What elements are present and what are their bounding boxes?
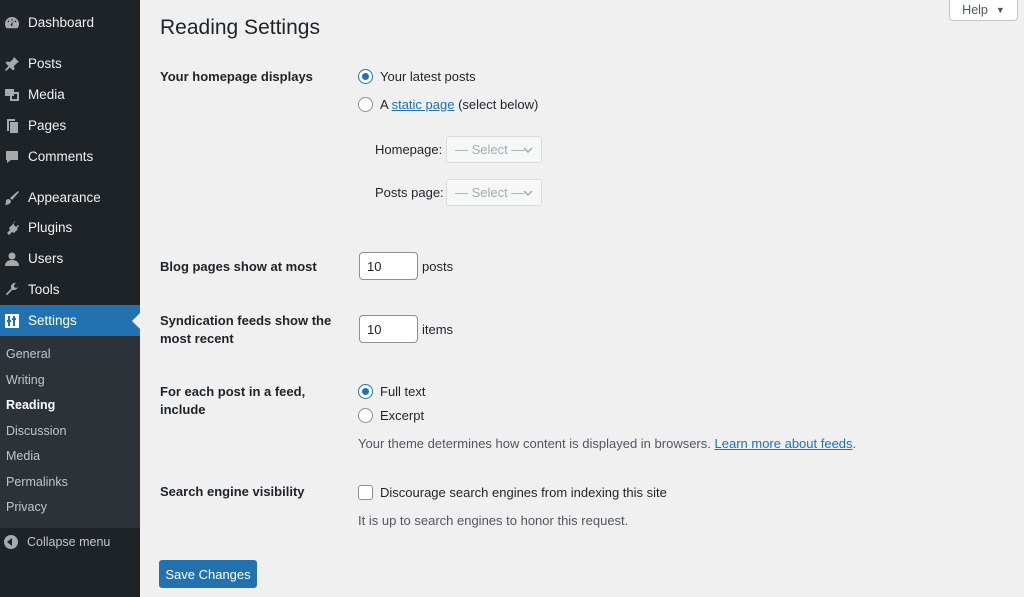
feed-include-label-line2: include xyxy=(160,402,206,417)
brush-icon xyxy=(4,190,20,206)
sidebar-item-label: Media xyxy=(28,87,65,102)
sidebar-item-posts[interactable]: Posts xyxy=(0,48,140,79)
submenu-item-general[interactable]: General xyxy=(6,347,50,361)
latest-posts-label: Your latest posts xyxy=(380,69,476,84)
feed-include-label-line1: For each post in a feed, xyxy=(160,384,306,399)
excerpt-radio[interactable] xyxy=(358,408,373,423)
posts-unit-label: posts xyxy=(422,259,454,274)
static-page-link[interactable]: static page xyxy=(392,97,455,112)
syndication-label-line2: most recent xyxy=(160,331,234,346)
dashboard-icon xyxy=(4,15,20,31)
feed-items-input[interactable]: 10 xyxy=(359,315,418,343)
discourage-search-label: Discourage search engines from indexing … xyxy=(380,485,667,500)
discourage-search-checkbox[interactable] xyxy=(358,485,373,500)
sidebar-item-label: Dashboard xyxy=(28,15,95,30)
submenu-item-privacy[interactable]: Privacy xyxy=(6,500,47,514)
submenu-item-discussion[interactable]: Discussion xyxy=(6,424,66,438)
homepage-select-value: — Select — xyxy=(455,142,525,157)
sidebar-item-label: Users xyxy=(28,251,64,266)
sidebar-item-tools[interactable]: Tools xyxy=(0,274,140,305)
admin-sidebar: Dashboard Posts Media Pages Comments App… xyxy=(0,0,140,597)
pin-icon xyxy=(4,56,20,72)
settings-icon xyxy=(4,313,20,329)
items-unit-label: items xyxy=(422,322,454,337)
static-page-option: A static page (select below) xyxy=(380,97,538,112)
homepage-select-label: Homepage: xyxy=(375,142,443,157)
sidebar-item-users[interactable]: Users xyxy=(0,243,140,274)
sidebar-item-label: Posts xyxy=(28,56,62,71)
feed-include-label: For each post in a feed, include xyxy=(160,383,305,419)
homepage-select[interactable]: — Select — xyxy=(446,136,542,163)
sidebar-item-appearance[interactable]: Appearance xyxy=(0,182,140,213)
submenu-item-reading[interactable]: Reading xyxy=(6,398,55,412)
sidebar-item-label: Tools xyxy=(28,282,60,297)
wrench-icon xyxy=(4,282,20,298)
sidebar-item-plugins[interactable]: Plugins xyxy=(0,212,140,243)
chevron-down-icon xyxy=(522,187,534,199)
static-page-suffix: (select below) xyxy=(458,97,539,112)
sidebar-item-pages[interactable]: Pages xyxy=(0,110,140,141)
pages-icon xyxy=(4,118,20,134)
sidebar-item-label: Appearance xyxy=(28,190,101,205)
sidebar-item-media[interactable]: Media xyxy=(0,79,140,110)
save-changes-button[interactable]: Save Changes xyxy=(159,560,257,588)
submenu-item-media[interactable]: Media xyxy=(6,449,40,463)
posts-per-page-input[interactable]: 10 xyxy=(359,252,418,280)
settings-submenu: General Writing Reading Discussion Media… xyxy=(0,336,140,528)
search-visibility-label: Search engine visibility xyxy=(160,484,305,499)
feed-note-end: . xyxy=(852,436,857,451)
media-icon xyxy=(4,87,20,103)
sidebar-item-label: Comments xyxy=(28,149,94,164)
static-page-prefix: A xyxy=(380,97,388,112)
sidebar-item-label: Settings xyxy=(28,313,77,328)
help-label: Help xyxy=(962,2,988,17)
sidebar-item-settings[interactable]: Settings xyxy=(0,305,140,336)
blog-pages-label: Blog pages show at most xyxy=(160,259,317,274)
learn-more-feeds-link[interactable]: Learn more about feeds xyxy=(715,436,853,451)
sidebar-item-label: Plugins xyxy=(28,220,73,235)
sidebar-item-label: Pages xyxy=(28,118,67,133)
help-button[interactable]: Help ▼ xyxy=(949,0,1018,21)
page-title: Reading Settings xyxy=(160,16,320,39)
collapse-arrow-icon xyxy=(4,535,18,549)
submenu-item-permalinks[interactable]: Permalinks xyxy=(6,475,68,489)
collapse-menu-button[interactable]: Collapse menu xyxy=(0,530,140,554)
posts-page-select[interactable]: — Select — xyxy=(446,179,542,206)
triangle-down-icon: ▼ xyxy=(995,4,1005,15)
syndication-label: Syndication feeds show the most recent xyxy=(160,312,331,348)
chevron-down-icon xyxy=(522,144,534,156)
posts-page-select-value: — Select — xyxy=(455,185,525,200)
feed-note-text: Your theme determines how content is dis… xyxy=(358,436,711,451)
plug-icon xyxy=(4,220,20,236)
feed-note: Your theme determines how content is dis… xyxy=(358,436,856,451)
posts-page-select-label: Posts page: xyxy=(375,185,444,200)
excerpt-label: Excerpt xyxy=(380,408,425,423)
full-text-label: Full text xyxy=(380,384,426,399)
user-icon xyxy=(4,251,20,267)
submenu-item-writing[interactable]: Writing xyxy=(6,373,45,387)
syndication-label-line1: Syndication feeds show the xyxy=(160,313,332,328)
static-page-radio[interactable] xyxy=(358,97,373,112)
comment-icon xyxy=(4,149,20,165)
sidebar-item-dashboard[interactable]: Dashboard xyxy=(0,7,140,38)
full-text-radio[interactable] xyxy=(358,384,373,399)
sidebar-item-comments[interactable]: Comments xyxy=(0,141,140,172)
collapse-menu-label: Collapse menu xyxy=(27,535,111,549)
search-visibility-note: It is up to search engines to honor this… xyxy=(358,513,629,528)
latest-posts-radio[interactable] xyxy=(358,69,373,84)
homepage-displays-label: Your homepage displays xyxy=(160,69,313,84)
